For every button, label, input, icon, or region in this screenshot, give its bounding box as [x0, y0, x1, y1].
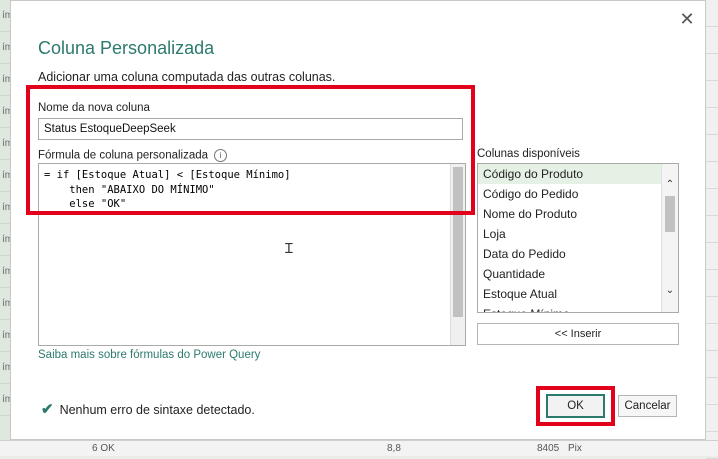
list-item[interactable]: Quantidade: [478, 264, 678, 284]
background-sheet-right: [706, 0, 718, 459]
list-item[interactable]: Estoque Atual: [478, 284, 678, 304]
dialog-subtitle: Adicionar uma coluna computada das outra…: [38, 70, 336, 84]
custom-column-dialog: ✕ Coluna Personalizada Adicionar uma col…: [10, 0, 706, 440]
list-item[interactable]: Data do Pedido: [478, 244, 678, 264]
list-item[interactable]: Código do Pedido: [478, 184, 678, 204]
formula-line: = if [Estoque Atual] < [Estoque Mínimo]: [44, 169, 291, 181]
formula-code: = if [Estoque Atual] < [Estoque Mínimo] …: [44, 168, 291, 212]
dialog-title: Coluna Personalizada: [38, 38, 215, 58]
list-item[interactable]: Estoque Mínimo: [478, 304, 678, 312]
background-cell: 8,8: [387, 443, 401, 454]
formula-label-row: Fórmula de coluna personalizada i: [38, 149, 228, 162]
available-columns-list[interactable]: Código do Produto Código do Pedido Nome …: [477, 163, 679, 313]
formula-editor[interactable]: = if [Estoque Atual] < [Estoque Mínimo] …: [38, 163, 466, 346]
info-icon[interactable]: i: [214, 149, 228, 162]
close-icon[interactable]: ✕: [679, 10, 695, 28]
cancel-button[interactable]: Cancelar: [618, 395, 677, 417]
formula-scrollbar[interactable]: [450, 164, 465, 345]
chevron-down-icon[interactable]: ⌄: [662, 284, 678, 298]
list-item[interactable]: Loja: [478, 224, 678, 244]
formula-label: Fórmula de coluna personalizada: [38, 149, 209, 162]
insert-button[interactable]: << Inserir: [477, 323, 679, 345]
column-name-label: Nome da nova coluna: [38, 102, 150, 114]
background-sheet-row: 6 OK 8,8 8405 Pix: [0, 440, 718, 456]
syntax-status: ✔ Nenhum erro de sintaxe detectado.: [41, 400, 255, 418]
column-name-input[interactable]: [38, 118, 463, 140]
scrollbar-thumb[interactable]: [453, 167, 463, 317]
formula-line: else "OK": [44, 198, 127, 210]
scrollbar-thumb[interactable]: [665, 196, 675, 232]
background-cell: 6 OK: [92, 443, 115, 454]
columns-scrollbar[interactable]: ⌃ ⌄: [661, 164, 678, 312]
syntax-status-text: Nenhum erro de sintaxe detectado.: [59, 403, 255, 417]
list-item[interactable]: Código do Produto: [478, 164, 678, 184]
check-icon: ✔: [41, 401, 54, 418]
formula-line: then "ABAIXO DO MÍNIMO": [44, 183, 215, 196]
ok-button[interactable]: OK: [546, 394, 605, 418]
chevron-up-icon[interactable]: ⌃: [662, 178, 678, 192]
available-columns-label: Colunas disponíveis: [477, 148, 580, 160]
learn-more-link[interactable]: Saiba mais sobre fórmulas do Power Query: [38, 349, 260, 361]
list-item[interactable]: Nome do Produto: [478, 204, 678, 224]
background-cell: 8405: [537, 443, 560, 454]
text-cursor-icon: Ɪ: [285, 240, 293, 256]
background-cell: Pix: [568, 443, 582, 454]
